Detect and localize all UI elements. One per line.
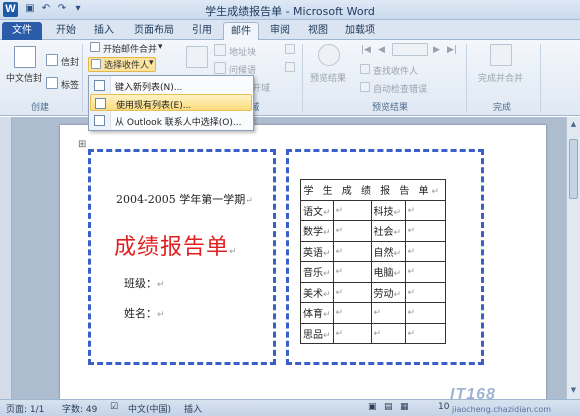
select-recipients-label: 选择收件人: [104, 61, 150, 71]
group-create-label: 创建: [30, 103, 49, 113]
print-layout-icon[interactable]: ▣: [368, 402, 377, 412]
semester-text: 2004-2005 学年第一学期↵: [116, 193, 253, 206]
group-separator: [82, 44, 83, 112]
table-row: 学 生 成 绩 报 告 单↵: [300, 179, 446, 201]
scroll-down-icon[interactable]: ▼: [568, 385, 579, 396]
table-row: 数学↵ ↵ 社会↵ ↵: [300, 220, 446, 242]
page-count[interactable]: 页面: 1/1: [6, 402, 44, 415]
table-row: 英语↵ ↵ 自然↵ ↵: [300, 240, 446, 262]
proofing-icon[interactable]: ☑: [110, 402, 118, 412]
grades-table: 学 生 成 绩 报 告 单↵ 语文↵ ↵ 科技↵ ↵ 数学↵ ↵ 社会↵ ↵ 英…: [300, 179, 446, 344]
menu-item-use-existing-list[interactable]: 使用现有列表(E)...: [90, 94, 252, 111]
envelope-small-icon: [46, 54, 58, 66]
menu-item-label: 键入新列表(N)...: [115, 83, 183, 93]
outlook-contacts-icon: [94, 115, 105, 126]
address-block-icon: [214, 44, 226, 56]
tab-home[interactable]: 开始: [48, 22, 84, 40]
find-recipient-icon: [360, 64, 370, 74]
preview-results-icon: [318, 44, 340, 66]
auto-check-icon: [360, 82, 370, 92]
group-separator: [466, 44, 467, 112]
tab-page-layout[interactable]: 页面布局: [126, 22, 182, 40]
document-area: ⊞ 2004-2005 学年第一学期↵ 成绩报告单↵ 班级：↵ 姓名：↵ 学 生…: [0, 117, 580, 399]
insert-mode[interactable]: 插入: [184, 402, 202, 415]
window-title: 学生成绩报告单 - Microsoft Word: [205, 5, 375, 18]
insert-merge-field-button[interactable]: 开域: [252, 81, 270, 94]
scroll-thumb[interactable]: [569, 139, 578, 199]
table-row: 音乐↵ ↵ 电脑↵ ↵: [300, 261, 446, 283]
next-record-icon[interactable]: ▶: [433, 45, 440, 55]
menu-item-outlook-contacts[interactable]: 从 Outlook 联系人中选择(O)...: [90, 112, 252, 129]
record-number-input[interactable]: [392, 43, 428, 56]
greeting-icon: [214, 62, 226, 74]
table-row: 体育↵ ↵ ↵ ↵: [300, 302, 446, 324]
chevron-down-icon: ▾: [149, 58, 154, 68]
table-row: 思品↵ ↵ ↵ ↵: [300, 322, 446, 344]
last-record-icon[interactable]: ▶|: [447, 45, 457, 55]
tab-mailings[interactable]: 邮件: [223, 22, 259, 40]
previous-record-icon[interactable]: ◀: [378, 45, 385, 55]
tab-view[interactable]: 视图: [300, 22, 336, 40]
recipients-icon: [91, 59, 101, 69]
menu-item-label: 从 Outlook 联系人中选择(O)...: [115, 118, 242, 128]
ribbon-tabs: 文件 开始 插入 页面布局 引用 邮件 审阅 视图 加载项: [0, 20, 580, 40]
watermark-logo: IT168: [450, 386, 496, 403]
zoom-level[interactable]: 10: [438, 402, 449, 412]
table-row: 美术↵ ↵ 劳动↵ ↵: [300, 281, 446, 303]
watermark-url: jiaocheng.chazidian.com: [452, 405, 552, 414]
label-icon: [46, 77, 58, 89]
table-move-handle-icon[interactable]: ⊞: [78, 139, 86, 150]
tab-insert[interactable]: 插入: [86, 22, 122, 40]
group-finish-label: 完成: [492, 103, 511, 113]
vertical-scrollbar[interactable]: ▲ ▼: [566, 117, 580, 399]
name-label: 姓名：↵: [124, 307, 165, 320]
report-title: 成绩报告单↵: [114, 235, 238, 260]
finish-merge-button[interactable]: 完成并合并: [478, 71, 523, 84]
tab-addins[interactable]: 加载项: [338, 22, 382, 40]
group-preview-label: 预览结果: [371, 103, 408, 113]
menu-item-label: 使用现有列表(E)...: [116, 101, 192, 111]
group-separator: [302, 44, 303, 112]
scroll-up-icon[interactable]: ▲: [568, 119, 579, 130]
title-bar: W ▣ ↶ ↷ ▾ 学生成绩报告单 - Microsoft Word: [0, 0, 580, 20]
address-block-button[interactable]: 地址块: [229, 45, 256, 58]
new-list-icon: [94, 80, 105, 91]
document-page[interactable]: ⊞ 2004-2005 学年第一学期↵ 成绩报告单↵ 班级：↵ 姓名：↵ 学 生…: [60, 125, 546, 399]
auto-check-errors-button[interactable]: 自动检查错误: [373, 82, 427, 95]
find-recipient-button[interactable]: 查找收件人: [373, 64, 418, 77]
language-status[interactable]: 中文(中国): [128, 402, 171, 415]
class-label: 班级：↵: [124, 277, 165, 290]
select-recipients-menu: 键入新列表(N)... 使用现有列表(E)... 从 Outlook 联系人中选…: [88, 75, 254, 131]
chevron-down-icon: ▾: [158, 42, 163, 52]
start-merge-icon: [90, 42, 100, 52]
tab-review[interactable]: 审阅: [262, 22, 298, 40]
chinese-envelope-button[interactable]: 中文信封: [6, 71, 42, 84]
finish-merge-icon: [490, 44, 512, 66]
first-record-icon[interactable]: |◀: [361, 45, 371, 55]
match-fields-icon[interactable]: [285, 62, 295, 72]
table-row: 语文↵ ↵ 科技↵ ↵: [300, 199, 446, 221]
tab-references[interactable]: 引用: [184, 22, 220, 40]
vertical-ruler: [0, 117, 12, 399]
menu-item-type-new-list[interactable]: 键入新列表(N)...: [90, 77, 252, 94]
web-layout-icon[interactable]: ▦: [400, 402, 409, 412]
preview-results-button[interactable]: 预览结果: [310, 71, 346, 84]
full-screen-icon[interactable]: ▤: [384, 402, 393, 412]
ribbon: 中文信封 信封 标签 创建 开始邮件合并 ▾ 选择收件人 ▾ 地址块 问候语 开…: [0, 40, 580, 116]
highlight-fields-icon: [186, 46, 208, 68]
group-separator: [540, 44, 541, 112]
envelope-icon: [14, 46, 36, 68]
table-title: 学 生 成 绩 报 告 单↵: [300, 179, 446, 201]
existing-list-icon: [95, 98, 106, 109]
word-count[interactable]: 字数: 49: [62, 402, 97, 415]
rules-icon[interactable]: [285, 44, 295, 54]
tab-file[interactable]: 文件: [2, 22, 42, 40]
labels-button[interactable]: 标签: [61, 78, 79, 91]
start-mail-merge-button[interactable]: 开始邮件合并: [103, 42, 157, 55]
envelope-button[interactable]: 信封: [61, 55, 79, 68]
